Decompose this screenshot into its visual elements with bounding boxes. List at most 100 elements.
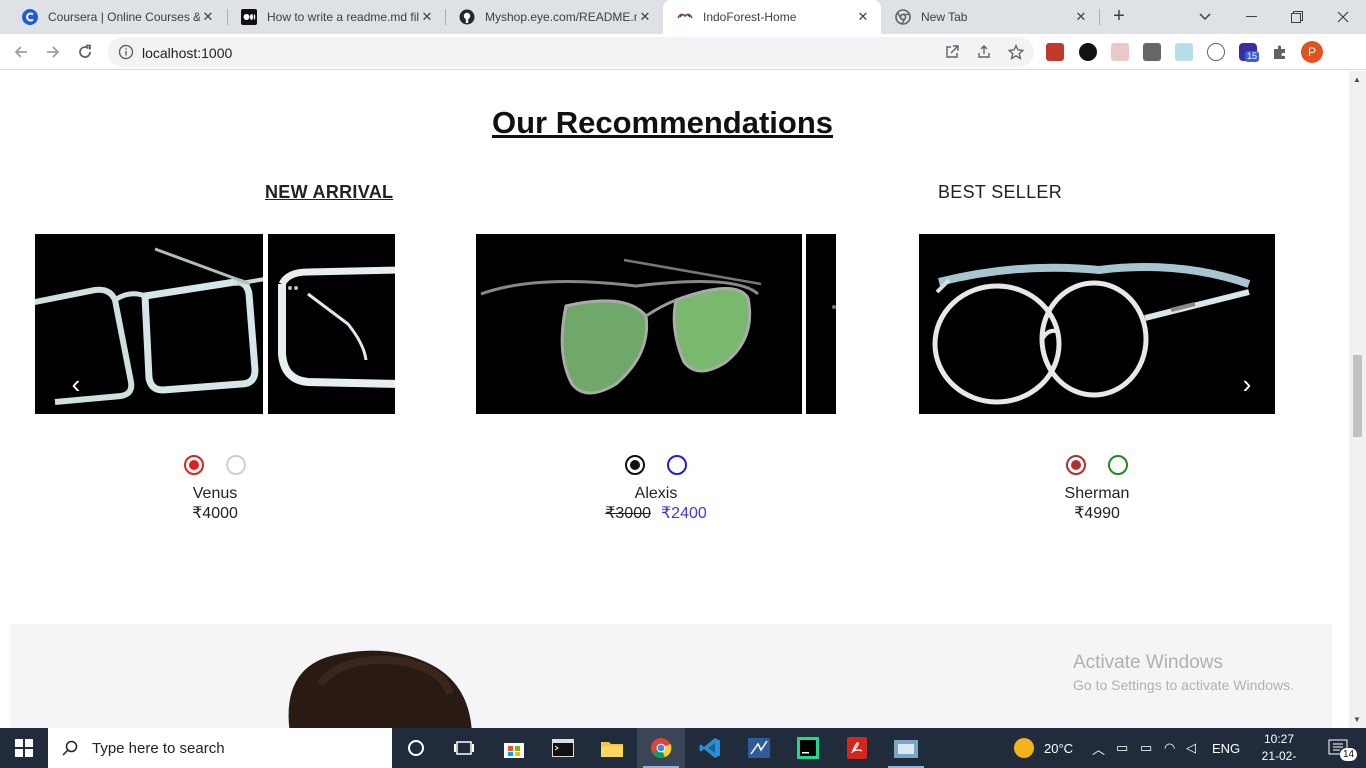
battery-icon[interactable]: ▭ bbox=[1140, 740, 1156, 756]
tab-title: Coursera | Online Courses & bbox=[48, 10, 200, 24]
taskbar-search-box[interactable]: Type here to search bbox=[48, 728, 392, 768]
extension-c-icon[interactable] bbox=[1143, 43, 1161, 61]
tab-github[interactable]: Myshop.eye.com/README.m ✕ bbox=[445, 0, 663, 34]
scrollbar-thumb[interactable] bbox=[1353, 355, 1362, 437]
minimize-icon bbox=[1245, 16, 1257, 17]
pdf-reader-button[interactable] bbox=[833, 728, 881, 768]
reload-icon bbox=[79, 44, 91, 58]
tab-separator bbox=[1099, 9, 1100, 25]
carousel-next-icon[interactable]: › bbox=[1237, 371, 1257, 397]
close-window-button[interactable] bbox=[1320, 0, 1366, 34]
aviator-sunglasses-image bbox=[480, 258, 762, 395]
url-text: localhost:1000 bbox=[142, 45, 233, 61]
file-explorer-button[interactable] bbox=[588, 728, 636, 768]
page-title: Our Recommendations bbox=[491, 105, 834, 140]
bookmark-star-icon[interactable] bbox=[1007, 43, 1025, 60]
eyeglasses-image bbox=[278, 266, 395, 388]
close-icon[interactable]: ✕ bbox=[1073, 9, 1089, 25]
vscode-button[interactable] bbox=[686, 728, 734, 768]
color-option-green[interactable] bbox=[1108, 455, 1128, 475]
cortana-button[interactable] bbox=[392, 728, 440, 768]
indoforest-icon bbox=[677, 9, 693, 25]
forward-button[interactable] bbox=[42, 41, 64, 63]
scroll-down-icon[interactable]: ▼ bbox=[1353, 715, 1361, 724]
clock[interactable]: 10:27 21-02-2022 bbox=[1250, 731, 1308, 768]
battery-warning-icon[interactable]: ▭ bbox=[1116, 740, 1132, 756]
terminal-button[interactable] bbox=[539, 728, 587, 768]
extension-badge-icon[interactable]: 15 bbox=[1239, 43, 1260, 62]
product-name[interactable]: Alexis bbox=[576, 485, 736, 503]
arrow-left-icon bbox=[14, 46, 27, 58]
chevron-up-icon[interactable]: ︿ bbox=[1092, 739, 1106, 758]
color-option-maroon[interactable] bbox=[1066, 455, 1086, 475]
language-indicator[interactable]: ENG bbox=[1212, 728, 1240, 768]
new-tab-button[interactable]: + bbox=[1109, 6, 1129, 27]
close-icon[interactable]: ✕ bbox=[419, 9, 435, 25]
extension-a-icon[interactable] bbox=[1079, 43, 1097, 61]
tab-indoforest[interactable]: IndoForest-Home ✕ bbox=[663, 0, 881, 34]
product-price: ₹4000 bbox=[192, 505, 238, 522]
extension-icon[interactable] bbox=[1111, 43, 1129, 61]
tab-coursera[interactable]: Coursera | Online Courses & ✕ bbox=[8, 0, 226, 34]
task-view-button[interactable] bbox=[440, 728, 488, 768]
time: 10:27 bbox=[1263, 732, 1295, 746]
product-image-venus-2[interactable] bbox=[268, 234, 395, 414]
color-option-red[interactable] bbox=[184, 455, 204, 475]
new-arrival-heading[interactable]: NEW ARRIVAL bbox=[265, 182, 393, 203]
product-image-sherman[interactable] bbox=[919, 234, 1275, 414]
scroll-up-icon[interactable]: ▲ bbox=[1353, 75, 1361, 84]
task-view-icon bbox=[454, 741, 474, 755]
info-icon[interactable] bbox=[118, 44, 134, 60]
weather-sun-icon bbox=[1014, 738, 1034, 758]
folder-icon bbox=[601, 742, 623, 757]
product-name[interactable]: Sherman bbox=[1017, 485, 1177, 503]
extension-icon[interactable] bbox=[1175, 43, 1193, 61]
app-button[interactable] bbox=[882, 728, 930, 768]
chrome-icon bbox=[895, 9, 911, 25]
profile-avatar[interactable]: P bbox=[1301, 41, 1323, 63]
pycharm-button[interactable] bbox=[784, 728, 832, 768]
discounted-price: ₹2400 bbox=[661, 505, 707, 522]
temperature: 20°C bbox=[1044, 740, 1074, 756]
weather-widget[interactable]: 20°C bbox=[1014, 728, 1073, 768]
open-in-app-icon[interactable] bbox=[944, 44, 960, 60]
share-icon[interactable] bbox=[976, 44, 992, 60]
close-icon[interactable]: ✕ bbox=[855, 9, 871, 25]
notifications-button[interactable]: 14 bbox=[1314, 728, 1362, 768]
product-name[interactable]: Venus bbox=[135, 485, 295, 503]
start-button[interactable] bbox=[0, 728, 48, 768]
extension-icon[interactable] bbox=[1207, 43, 1225, 61]
search-icon bbox=[62, 740, 78, 756]
screen: Coursera | Online Courses & ✕ How to wri… bbox=[0, 0, 1366, 768]
restore-button[interactable] bbox=[1274, 0, 1320, 34]
color-option-black[interactable] bbox=[625, 455, 645, 475]
best-seller-heading[interactable]: BEST SELLER bbox=[938, 182, 1062, 203]
extension-icon[interactable] bbox=[1046, 43, 1064, 61]
activate-windows-subtitle: Go to Settings to activate Windows. bbox=[1073, 677, 1294, 693]
product-image-alexis[interactable] bbox=[476, 234, 802, 414]
original-price: ₹3000 bbox=[605, 505, 651, 522]
close-icon[interactable]: ✕ bbox=[200, 9, 216, 25]
chrome-taskbar-button[interactable] bbox=[637, 728, 685, 768]
about-section bbox=[10, 624, 1332, 728]
minimize-button[interactable] bbox=[1228, 0, 1274, 34]
color-option-grey[interactable] bbox=[226, 455, 246, 475]
product-image-alexis-2[interactable] bbox=[806, 234, 836, 414]
tab-readme-guide[interactable]: How to write a readme.md fil ✕ bbox=[227, 0, 445, 34]
store-button[interactable] bbox=[490, 728, 538, 768]
tab-new-tab[interactable]: New Tab ✕ bbox=[881, 0, 1099, 34]
tab-search-button[interactable] bbox=[1182, 0, 1228, 34]
network-tool-button[interactable] bbox=[735, 728, 783, 768]
pdf-icon bbox=[847, 737, 867, 759]
page-scrollbar[interactable]: ▲ ▼ bbox=[1349, 71, 1366, 728]
volume-icon[interactable]: ◁ bbox=[1186, 740, 1202, 756]
color-option-blue[interactable] bbox=[667, 455, 687, 475]
address-bar[interactable]: localhost:1000 bbox=[108, 37, 1034, 67]
person-photo bbox=[288, 650, 472, 728]
puzzle-icon[interactable] bbox=[1271, 43, 1289, 61]
wifi-icon[interactable]: ◠ bbox=[1164, 740, 1180, 756]
reload-button[interactable] bbox=[74, 41, 96, 63]
carousel-prev-icon[interactable]: ‹ bbox=[66, 371, 86, 397]
back-button[interactable] bbox=[10, 41, 32, 63]
close-icon[interactable]: ✕ bbox=[637, 9, 653, 25]
